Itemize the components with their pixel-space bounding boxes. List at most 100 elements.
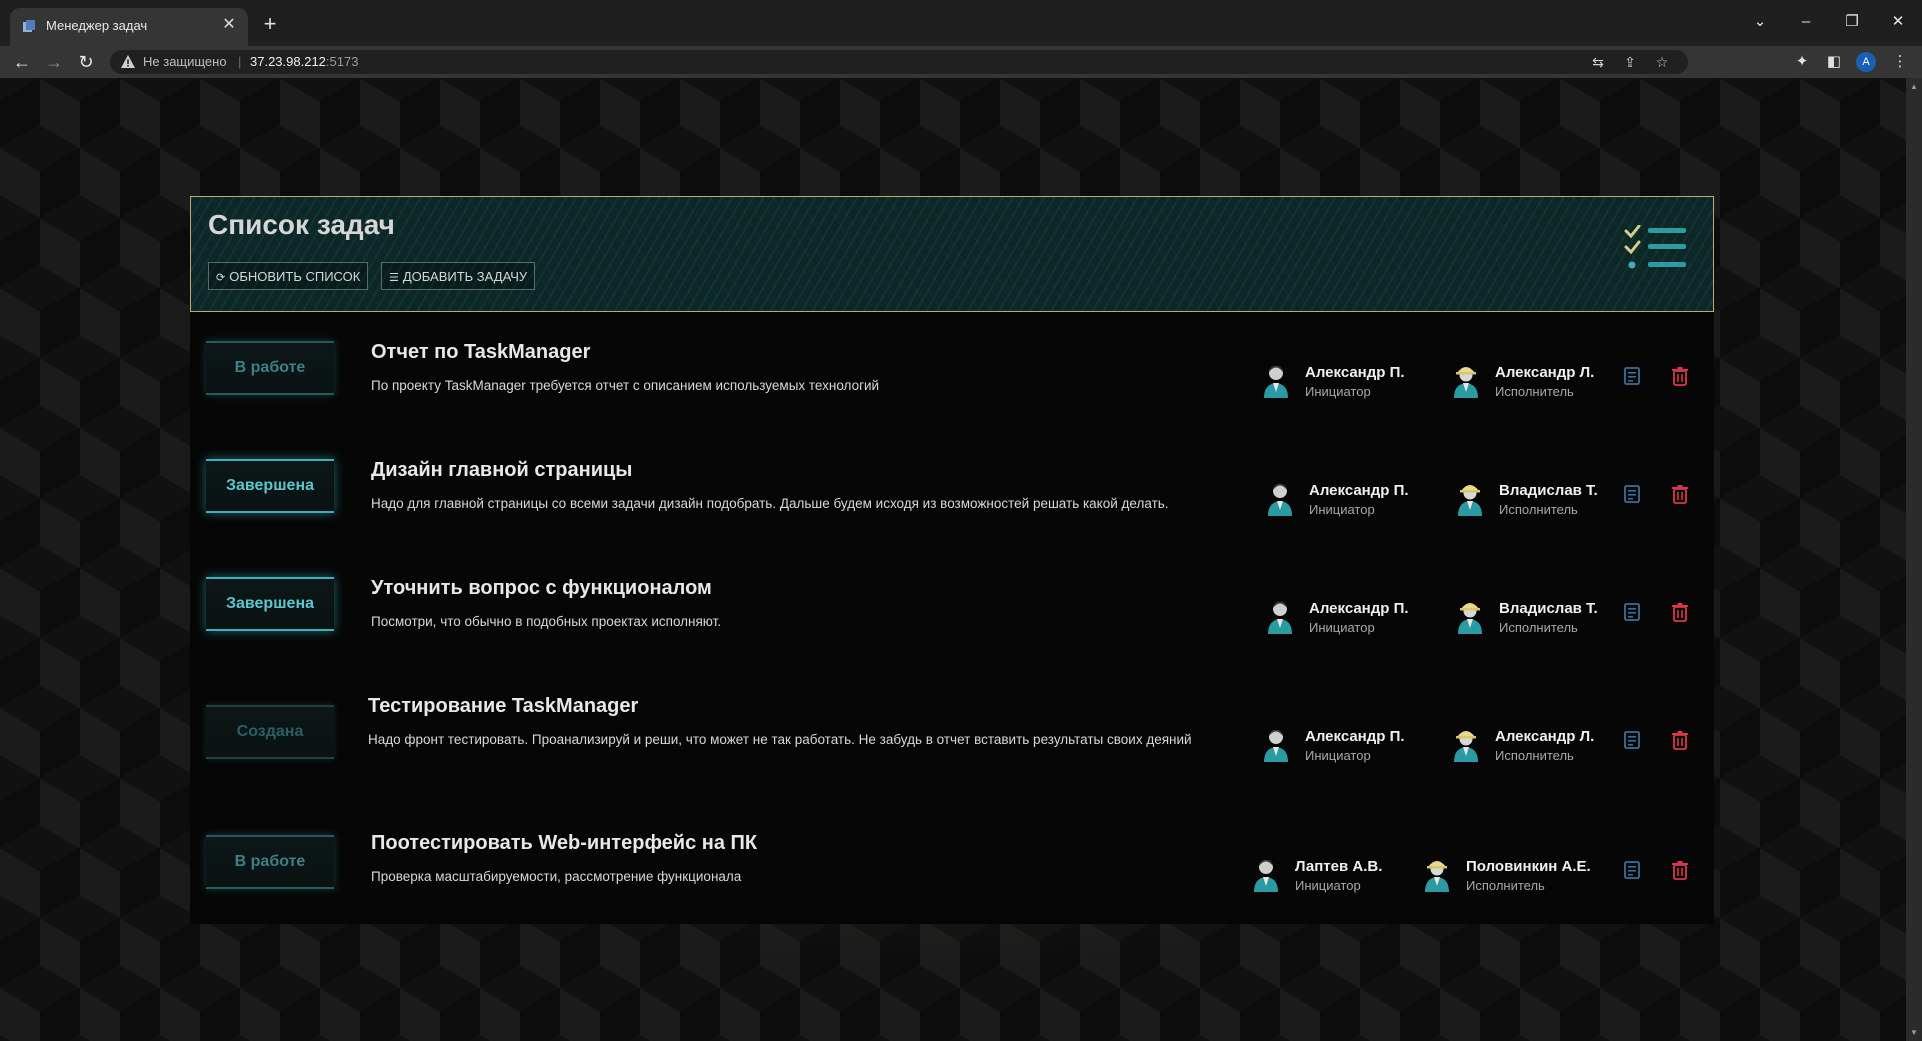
refresh-icon: ⟳ — [216, 272, 226, 284]
reload-icon[interactable]: ↻ — [74, 50, 98, 74]
executor-name: Александр Л. — [1495, 728, 1595, 745]
trash-icon[interactable] — [1669, 601, 1691, 623]
initiator-role: Инициатор — [1305, 384, 1371, 399]
add-task-label: ДОБАВИТЬ ЗАДАЧУ — [402, 269, 528, 284]
trash-icon[interactable] — [1669, 483, 1691, 505]
user-avatar-icon — [1268, 602, 1292, 634]
address-separator: | — [238, 54, 242, 69]
edit-icon[interactable] — [1622, 859, 1644, 881]
new-tab-button[interactable]: + — [258, 12, 282, 36]
trash-icon[interactable] — [1669, 859, 1691, 881]
executor-name: Половинкин А.Е. — [1466, 858, 1591, 875]
user-avatar-icon — [1264, 730, 1288, 762]
bookmark-star-icon[interactable]: ☆ — [1652, 52, 1672, 72]
task-row[interactable]: Завершена Уточнить вопрос с функционалом… — [190, 546, 1714, 664]
minimize-icon[interactable]: – — [1784, 0, 1828, 46]
status-badge[interactable]: Завершена — [206, 577, 334, 631]
task-description: Надо для главной страницы со всеми задач… — [371, 496, 1169, 511]
url-text: 37.23.98.212:5173 — [250, 54, 358, 69]
status-badge[interactable]: В работе — [206, 835, 334, 889]
scroll-down-icon[interactable]: ▼ — [1910, 1028, 1918, 1037]
warning-icon — [121, 55, 135, 68]
executor: Александр Л. Исполнитель — [1453, 724, 1623, 768]
add-task-button[interactable]: ☰ ДОБАВИТЬ ЗАДАЧУ — [381, 262, 536, 290]
status-badge[interactable]: Создана — [206, 705, 334, 759]
task-list-panel: Список задач ⟳ ОБНОВИТЬ СПИСОК ☰ ДОБАВИТЬ … — [190, 196, 1714, 924]
task-title[interactable]: Поотестировать Web-интерфейс на ПК — [371, 832, 757, 855]
initiator-role: Инициатор — [1305, 748, 1371, 763]
task-description: Посмотри, что обычно в подобных проектах… — [371, 614, 722, 629]
share-icon[interactable]: ⇪ — [1620, 52, 1640, 72]
page-scrollbar[interactable]: ▲ ▼ — [1906, 78, 1922, 1041]
browser-toolbar: ← → ↻ Не защищено | 37.23.98.212:5173 ⇆ … — [0, 46, 1922, 78]
task-description: Проверка масштабируемости, рассмотрение … — [371, 869, 742, 884]
initiator: Александр П. Инициатор — [1263, 724, 1433, 768]
worker-avatar-icon — [1458, 603, 1482, 634]
initiator: Александр П. Инициатор — [1267, 478, 1437, 522]
side-panel-icon[interactable]: ◧ — [1822, 50, 1846, 74]
worker-avatar-icon — [1454, 731, 1478, 762]
back-icon[interactable]: ← — [10, 50, 34, 74]
restore-icon[interactable]: ❐ — [1830, 0, 1874, 46]
initiator-role: Инициатор — [1295, 878, 1361, 893]
task-list-header: Список задач ⟳ ОБНОВИТЬ СПИСОК ☰ ДОБАВИТЬ … — [190, 196, 1714, 312]
task-description: По проекту TaskManager требуется отчет с… — [371, 378, 880, 393]
initiator-name: Лаптев А.В. — [1295, 858, 1383, 875]
initiator-name: Александр П. — [1309, 482, 1409, 499]
extensions-icon[interactable]: ✦ — [1790, 50, 1814, 74]
user-avatar-icon — [1254, 860, 1278, 892]
forward-icon[interactable]: → — [42, 50, 66, 74]
initiator-role: Инициатор — [1309, 620, 1375, 635]
task-row[interactable]: В работе Поотестировать Web-интерфейс на… — [190, 802, 1714, 924]
task-title[interactable]: Дизайн главной страницы — [371, 459, 632, 482]
executor: Половинкин А.Е. Исполнитель — [1424, 854, 1624, 898]
initiator-name: Александр П. — [1309, 600, 1409, 617]
user-avatar-icon — [1264, 366, 1288, 398]
task-row[interactable]: Создана Тестирование TaskManager Надо фр… — [190, 664, 1714, 802]
tab-title: Менеджер задач — [46, 18, 148, 33]
user-avatar-icon — [1268, 484, 1292, 516]
edit-icon[interactable] — [1622, 729, 1644, 751]
executor-role: Исполнитель — [1495, 384, 1574, 399]
browser-menu-icon[interactable]: ⋮ — [1888, 50, 1912, 74]
tab-close-icon[interactable]: ✕ — [218, 14, 240, 36]
task-title[interactable]: Уточнить вопрос с функционалом — [371, 577, 712, 600]
translate-icon[interactable]: ⇆ — [1588, 52, 1608, 72]
initiator-role: Инициатор — [1309, 502, 1375, 517]
task-title[interactable]: Отчет по TaskManager — [371, 341, 590, 364]
initiator-name: Александр П. — [1305, 728, 1405, 745]
page-title: Список задач — [208, 209, 395, 240]
address-bar[interactable]: Не защищено | 37.23.98.212:5173 ⇆ ⇪ ☆ — [110, 50, 1688, 74]
executor-role: Исполнитель — [1499, 502, 1578, 517]
initiator: Александр П. Инициатор — [1267, 596, 1437, 640]
task-row[interactable]: В работе Отчет по TaskManager По проекту… — [190, 310, 1714, 428]
worker-avatar-icon — [1458, 485, 1482, 516]
executor: Владислав Т. Исполнитель — [1457, 478, 1627, 522]
scroll-up-icon[interactable]: ▲ — [1910, 82, 1918, 91]
trash-icon[interactable] — [1669, 729, 1691, 751]
initiator-name: Александр П. — [1305, 364, 1405, 381]
refresh-list-button[interactable]: ⟳ ОБНОВИТЬ СПИСОК — [208, 262, 369, 290]
executor-role: Исполнитель — [1495, 748, 1574, 763]
status-badge[interactable]: В работе — [206, 341, 334, 395]
add-task-icon: ☰ — [389, 272, 399, 284]
checklist-icon — [1624, 225, 1686, 269]
tab-search-icon[interactable]: ⌄ — [1738, 0, 1782, 46]
initiator: Лаптев А.В. Инициатор — [1253, 854, 1423, 898]
browser-tab-strip: Менеджер задач ✕ + ⌄ – ❐ ✕ — [0, 0, 1922, 46]
executor: Владислав Т. Исполнитель — [1457, 596, 1627, 640]
task-row[interactable]: Завершена Дизайн главной страницы Надо д… — [190, 428, 1714, 546]
edit-icon[interactable] — [1622, 601, 1644, 623]
trash-icon[interactable] — [1669, 365, 1691, 387]
executor-role: Исполнитель — [1499, 620, 1578, 635]
close-window-icon[interactable]: ✕ — [1876, 0, 1920, 46]
edit-icon[interactable] — [1622, 365, 1644, 387]
task-title[interactable]: Тестирование TaskManager — [368, 695, 638, 718]
edit-icon[interactable] — [1622, 483, 1644, 505]
status-badge[interactable]: Завершена — [206, 459, 334, 513]
executor-name: Владислав Т. — [1499, 600, 1598, 617]
browser-tab[interactable]: Менеджер задач ✕ — [10, 8, 248, 46]
profile-avatar[interactable]: A — [1856, 52, 1876, 72]
url-port: :5173 — [325, 54, 359, 69]
tab-favicon-icon — [23, 20, 35, 32]
